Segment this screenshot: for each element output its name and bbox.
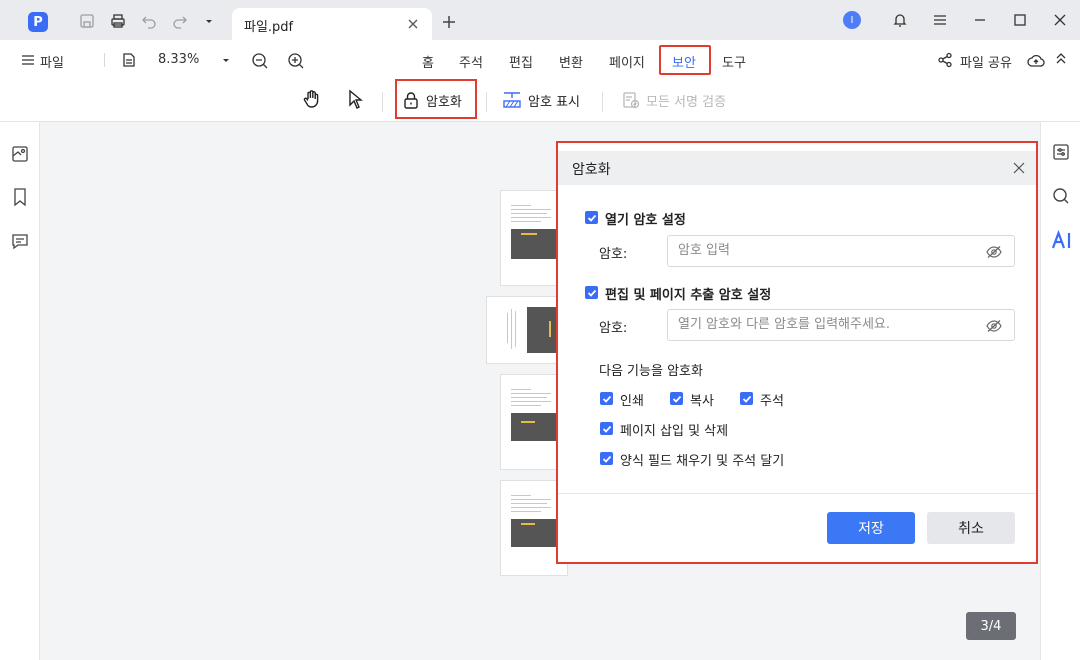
- page-insert-delete-label: 페이지 삽입 및 삭제: [620, 424, 729, 439]
- divider: [558, 493, 1036, 494]
- encrypt-button-highlight: [395, 79, 477, 119]
- zoom-dropdown-icon[interactable]: [218, 52, 234, 68]
- password-display-button[interactable]: 암호 표시: [502, 80, 580, 120]
- page-insert-delete-checkbox[interactable]: [600, 422, 613, 435]
- encrypt-features-label: 다음 기능을 암호화: [599, 364, 703, 379]
- ai-assistant-icon[interactable]: [1051, 229, 1071, 250]
- security-tab-highlight: [659, 45, 711, 75]
- open-password-checkbox[interactable]: [585, 211, 598, 224]
- password-display-label: 암호 표시: [528, 94, 580, 110]
- edit-password-checkbox[interactable]: [585, 286, 598, 299]
- tab-page[interactable]: 페이지: [609, 52, 645, 71]
- copy-checkbox[interactable]: [670, 392, 683, 405]
- print-checkbox[interactable]: [600, 392, 613, 405]
- open-password-section-label: 열기 암호 설정: [605, 213, 686, 228]
- page-thumbnails-icon[interactable]: [10, 144, 30, 164]
- zoom-in-icon[interactable]: [287, 52, 305, 70]
- comments-panel-icon[interactable]: [10, 231, 30, 251]
- tab-convert[interactable]: 변환: [559, 52, 583, 71]
- verify-all-signatures-button[interactable]: 모든 서명 검증: [622, 80, 726, 120]
- properties-icon[interactable]: [1051, 142, 1071, 162]
- close-window-icon[interactable]: [1052, 12, 1068, 28]
- cloud-upload-icon[interactable]: [1027, 52, 1045, 70]
- signature-verify-icon: [622, 91, 640, 109]
- page-indicator: 3/4: [966, 612, 1016, 640]
- dialog-header: 암호화: [558, 151, 1036, 185]
- encrypt-dialog: 암호화 열기 암호 설정 암호: 편집 및 페이지 추출 암호 설정 암호: 다…: [558, 143, 1036, 562]
- open-password-label: 암호:: [599, 247, 628, 262]
- maximize-icon[interactable]: [1012, 12, 1028, 28]
- edit-password-label: 암호:: [599, 321, 628, 336]
- divider: [602, 92, 603, 112]
- save-icon[interactable]: [79, 13, 95, 29]
- menu-icon[interactable]: [932, 12, 948, 28]
- share-icon[interactable]: [937, 52, 953, 68]
- file-menu[interactable]: 파일: [40, 52, 64, 71]
- zoom-level[interactable]: 8.33%: [158, 52, 199, 67]
- document-tab[interactable]: 파일.pdf: [232, 8, 432, 40]
- document-tab-title: 파일.pdf: [244, 20, 294, 35]
- edit-password-section-label: 편집 및 페이지 추출 암호 설정: [605, 288, 772, 303]
- open-password-field[interactable]: [667, 235, 1015, 267]
- undo-icon[interactable]: [141, 13, 157, 29]
- divider: [382, 92, 383, 112]
- print-icon[interactable]: [110, 13, 126, 29]
- app-logo: P: [28, 12, 48, 32]
- form-fill-comment-label: 양식 필드 채우기 및 주석 달기: [620, 454, 785, 469]
- page-thumbnail[interactable]: [486, 296, 568, 364]
- tab-comment[interactable]: 주석: [459, 52, 483, 71]
- verify-signatures-label: 모든 서명 검증: [646, 94, 727, 110]
- divider: [104, 53, 105, 67]
- collapse-ribbon-icon[interactable]: [1054, 52, 1068, 66]
- open-password-input[interactable]: [678, 243, 978, 258]
- tab-home[interactable]: 홈: [422, 52, 434, 71]
- divider: [486, 92, 487, 112]
- hide-password-icon[interactable]: [986, 245, 1002, 259]
- page-view-icon[interactable]: [121, 52, 137, 68]
- hamburger-icon[interactable]: [20, 52, 36, 68]
- tab-edit[interactable]: 편집: [509, 52, 533, 71]
- edit-password-field[interactable]: [667, 309, 1015, 341]
- redo-icon[interactable]: [172, 13, 188, 29]
- select-cursor-icon[interactable]: [346, 89, 366, 109]
- minimize-icon[interactable]: [972, 12, 988, 28]
- title-bar: P 파일.pdf I: [0, 0, 1080, 40]
- hide-password-icon[interactable]: [986, 319, 1002, 333]
- new-tab-icon[interactable]: [442, 15, 456, 29]
- close-tab-icon[interactable]: [406, 17, 420, 31]
- left-sidebar: [0, 122, 40, 660]
- menu-bar: 파일 8.33% 홈 주석 편집 변환 페이지 보안 도구 파일 공유: [0, 40, 1080, 80]
- security-toolbar: 암호화 암호 표시 모든 서명 검증: [0, 80, 1080, 122]
- search-icon[interactable]: [1051, 186, 1071, 206]
- tab-tools[interactable]: 도구: [722, 52, 746, 71]
- bookmark-icon[interactable]: [10, 187, 30, 207]
- close-icon[interactable]: [1012, 161, 1026, 175]
- hand-tool-icon[interactable]: [302, 89, 322, 109]
- notification-bell-icon[interactable]: [892, 12, 908, 28]
- dialog-title: 암호화: [572, 162, 611, 178]
- redact-icon: [502, 91, 522, 109]
- edit-password-input[interactable]: [678, 317, 978, 332]
- right-sidebar: [1040, 122, 1080, 660]
- print-option-label: 인쇄: [620, 394, 644, 409]
- save-button[interactable]: 저장: [827, 512, 915, 544]
- quick-access-dropdown-icon[interactable]: [201, 13, 217, 29]
- user-avatar[interactable]: I: [843, 11, 861, 29]
- copy-option-label: 복사: [690, 394, 714, 409]
- cancel-button[interactable]: 취소: [927, 512, 1015, 544]
- annotate-option-label: 주석: [760, 394, 784, 409]
- form-fill-comment-checkbox[interactable]: [600, 452, 613, 465]
- share-file-button[interactable]: 파일 공유: [960, 52, 1012, 71]
- annotate-checkbox[interactable]: [740, 392, 753, 405]
- zoom-out-icon[interactable]: [251, 52, 269, 70]
